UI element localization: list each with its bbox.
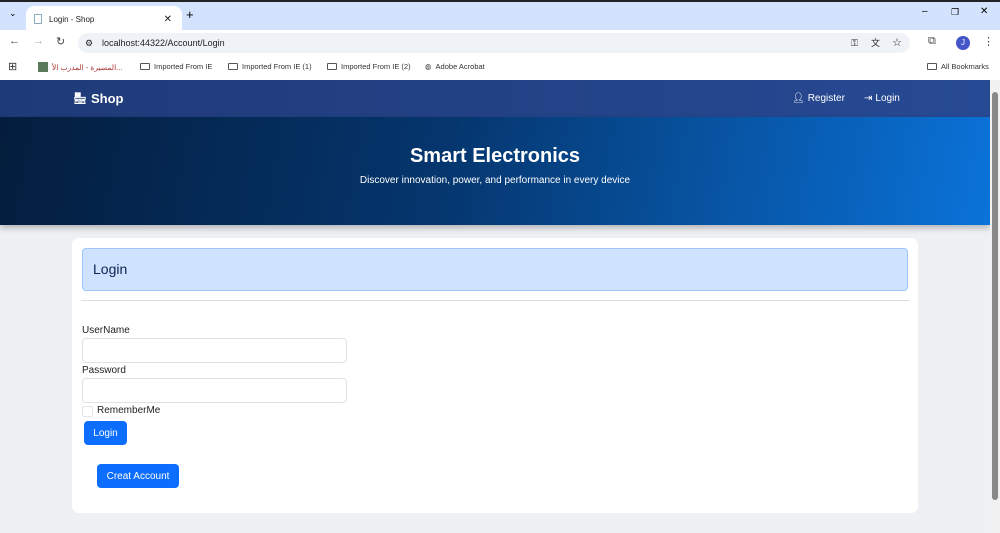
- username-input[interactable]: [82, 338, 347, 363]
- url-text: localhost:44322/Account/Login: [102, 38, 225, 48]
- forward-icon[interactable]: →: [33, 35, 44, 47]
- bookmark-favicon: [38, 62, 48, 72]
- navbar: 🏪︎ Shop 👤︎ Register ⇥ Login: [0, 80, 990, 117]
- reload-icon[interactable]: ↻: [56, 35, 65, 48]
- globe-icon: ◍: [425, 62, 432, 71]
- remember-me-label[interactable]: RememberMe: [97, 405, 160, 416]
- site-info-icon[interactable]: ⚙: [85, 33, 93, 53]
- bookmarks-bar: ⊞ المسيرة - المدرب الأ... Imported From …: [0, 56, 1000, 80]
- shop-icon: 🏪︎: [73, 93, 87, 105]
- folder-icon: [228, 63, 238, 70]
- tab-search-icon[interactable]: ⌄: [9, 8, 17, 19]
- hero-subtitle: Discover innovation, power, and performa…: [359, 175, 631, 186]
- hero-banner: Smart Electronics Discover innovation, p…: [0, 117, 990, 225]
- profile-avatar[interactable]: J: [956, 36, 970, 50]
- remember-me-checkbox[interactable]: [82, 406, 93, 417]
- bookmark-item[interactable]: ◍ Adobe Acrobat: [425, 62, 485, 71]
- brand-link[interactable]: 🏪︎ Shop: [73, 91, 123, 106]
- bookmark-folder[interactable]: Imported From IE (1): [228, 62, 312, 71]
- login-button[interactable]: Login: [84, 421, 127, 445]
- bookmark-item[interactable]: المسيرة - المدرب الأ...: [38, 62, 122, 72]
- bookmark-folder[interactable]: Imported From IE (2): [327, 62, 411, 71]
- folder-icon: [327, 63, 337, 70]
- tab-bar: ⌄ Login - Shop ✕ + – ❐ ✕: [0, 0, 1000, 32]
- close-window-icon[interactable]: ✕: [980, 6, 988, 17]
- create-account-button[interactable]: Creat Account: [97, 464, 179, 488]
- register-link[interactable]: 👤︎ Register: [792, 93, 845, 104]
- login-card: Login UserName Password RememberMe Login…: [72, 238, 918, 513]
- page-icon: [34, 14, 42, 24]
- tab-title: Login - Shop: [49, 14, 95, 24]
- divider: [81, 300, 909, 301]
- minimize-icon[interactable]: –: [922, 6, 928, 17]
- password-input[interactable]: [82, 378, 347, 403]
- back-icon[interactable]: ←: [9, 35, 20, 47]
- translate-icon[interactable]: 文: [871, 33, 880, 53]
- scrollbar[interactable]: [990, 80, 1000, 533]
- scrollbar-thumb[interactable]: [992, 92, 998, 500]
- password-label: Password: [82, 365, 126, 376]
- extensions-icon[interactable]: ⧉: [928, 35, 936, 48]
- bookmark-folder[interactable]: Imported From IE: [140, 62, 212, 71]
- folder-icon: [140, 63, 150, 70]
- bookmark-star-icon[interactable]: ☆: [892, 33, 902, 53]
- close-tab-icon[interactable]: ✕: [164, 14, 172, 25]
- apps-icon[interactable]: ⊞: [8, 60, 17, 73]
- password-key-icon[interactable]: ⚿: [851, 33, 858, 53]
- card-header: Login: [82, 248, 908, 291]
- restore-icon[interactable]: ❐: [951, 7, 959, 18]
- menu-icon[interactable]: ⋮: [983, 35, 994, 48]
- folder-icon: [927, 63, 937, 70]
- username-label: UserName: [82, 325, 130, 336]
- login-icon: ⇥: [864, 93, 873, 104]
- browser-tab[interactable]: Login - Shop ✕: [26, 6, 182, 32]
- login-link[interactable]: ⇥ Login: [864, 93, 900, 104]
- all-bookmarks[interactable]: All Bookmarks: [927, 62, 989, 71]
- address-bar[interactable]: ⚙ localhost:44322/Account/Login ⚿ 文 ☆: [78, 33, 910, 53]
- new-tab-icon[interactable]: +: [186, 7, 194, 22]
- hero-title: Smart Electronics: [409, 145, 581, 167]
- person-add-icon: 👤︎: [792, 93, 805, 104]
